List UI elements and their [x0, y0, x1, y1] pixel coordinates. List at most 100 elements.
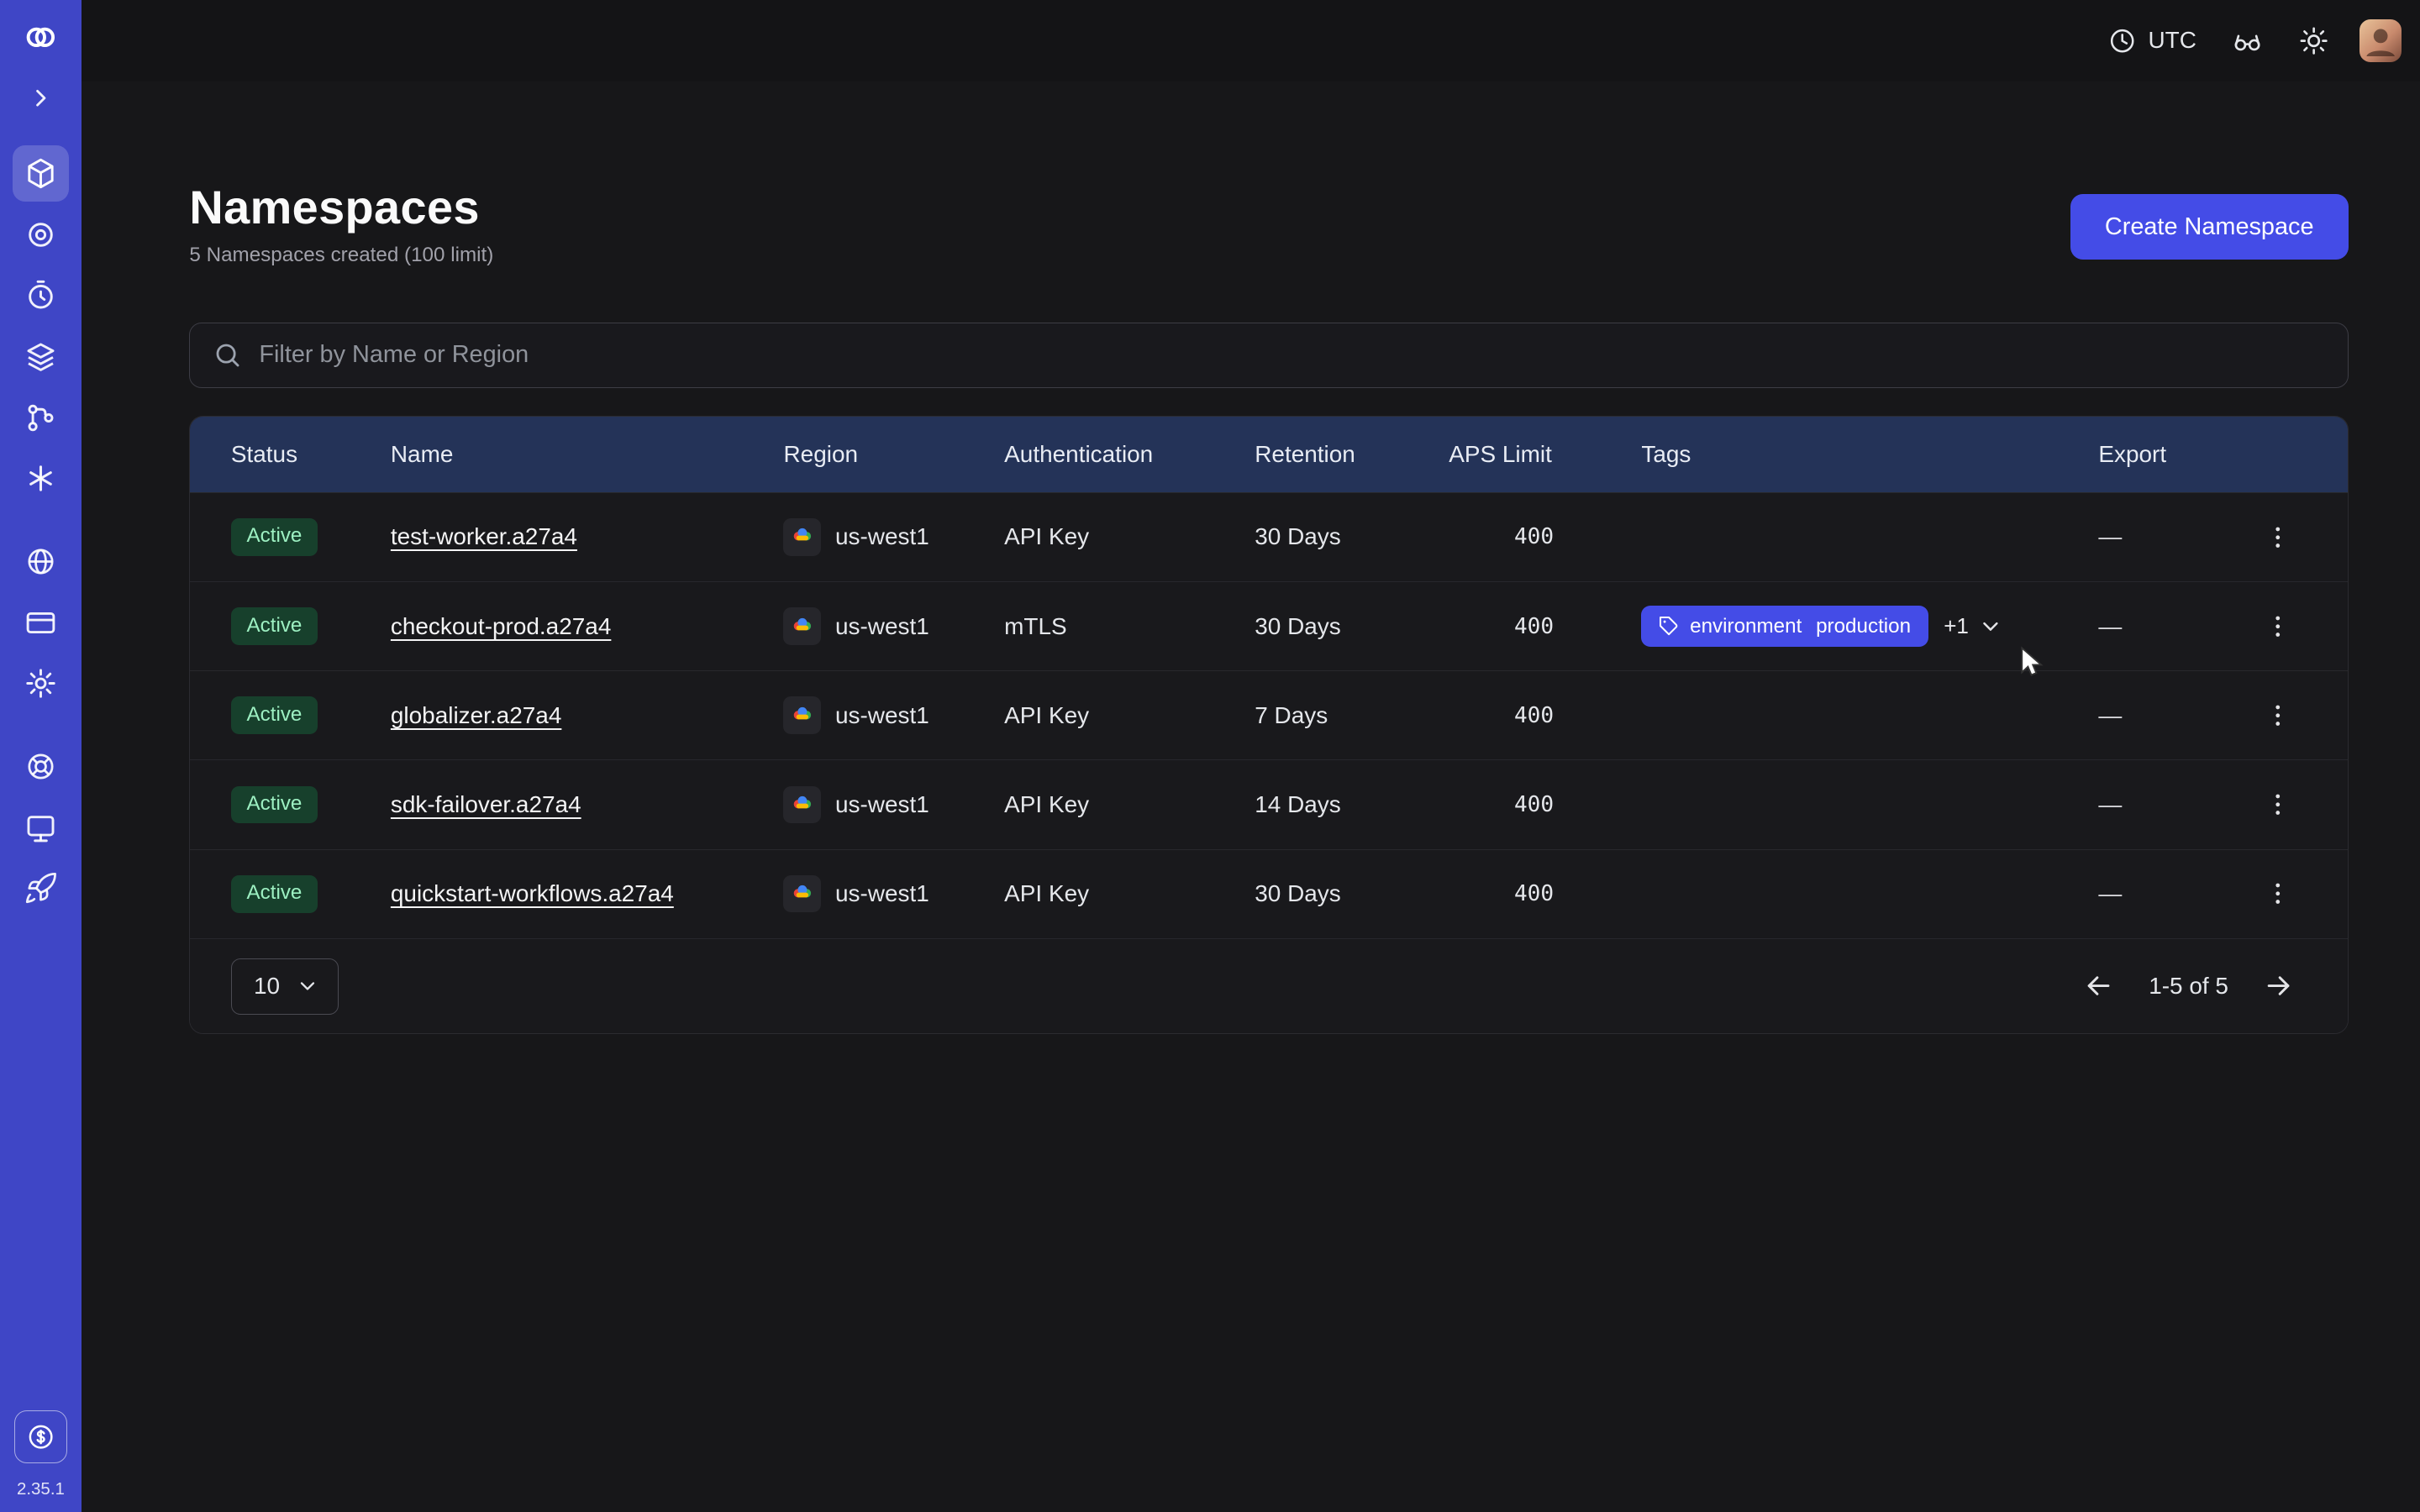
namespace-link[interactable]: quickstart-workflows.a27a4	[391, 880, 674, 906]
more-tags-label: +1	[1944, 613, 1969, 639]
page-title: Namespaces	[189, 180, 493, 234]
rocket-icon	[24, 871, 58, 906]
row-menu-button[interactable]	[2253, 869, 2303, 919]
region-label: us-west1	[835, 880, 929, 907]
timer-icon	[24, 278, 58, 312]
region-label: us-west1	[835, 613, 929, 640]
sidebar-item-settings[interactable]	[13, 655, 69, 711]
table-row: Active quickstart-workflows.a27a4 us-wes…	[190, 849, 2347, 938]
page-content: Namespaces 5 Namespaces created (100 lim…	[82, 81, 2420, 1035]
monitor-icon	[24, 811, 58, 845]
table-row: Active sdk-failover.a27a4 us-west1 API K…	[190, 759, 2347, 848]
timezone-button[interactable]: UTC	[2093, 17, 2210, 66]
sidebar-item-namespaces[interactable]	[13, 145, 69, 202]
status-badge: Active	[231, 786, 318, 824]
namespace-link[interactable]: globalizer.a27a4	[391, 702, 562, 728]
prev-page-button[interactable]	[2077, 964, 2121, 1008]
region-cell: us-west1	[743, 786, 964, 824]
row-menu-button[interactable]	[2253, 690, 2303, 741]
sidebar-item-schedules[interactable]	[13, 267, 69, 323]
temporal-logo	[18, 16, 62, 60]
kebab-menu-icon	[2264, 790, 2292, 819]
namespaces-table: Status Name Region Authentication Retent…	[189, 416, 2348, 1034]
branch-icon	[24, 401, 58, 435]
sidebar-item-deployments[interactable]	[13, 390, 69, 446]
status-badge: Active	[231, 875, 318, 913]
chevron-right-icon	[27, 84, 55, 113]
sidebar-item-regions[interactable]	[13, 533, 69, 590]
page-subtitle: 5 Namespaces created (100 limit)	[189, 244, 493, 267]
sidebar-item-learn[interactable]	[13, 800, 69, 856]
export-cell: —	[2058, 613, 2208, 640]
auth-cell: mTLS	[964, 613, 1214, 640]
sidebar-item-target[interactable]	[13, 207, 69, 263]
accessibility-button[interactable]	[2217, 15, 2278, 66]
export-cell: —	[2058, 791, 2208, 818]
topbar: UTC	[82, 0, 2420, 81]
auth-cell: API Key	[964, 702, 1214, 729]
region-label: us-west1	[835, 702, 929, 729]
page-size-value: 10	[254, 973, 280, 1000]
tag-icon	[1659, 616, 1679, 636]
credit-card-icon	[24, 606, 58, 640]
main-area: UTC Namespaces 5 Namespaces created (100…	[82, 0, 2420, 1512]
namespace-link[interactable]: sdk-failover.a27a4	[391, 791, 581, 817]
sidebar-item-getting-started[interactable]	[13, 860, 69, 916]
row-menu-button[interactable]	[2253, 601, 2303, 652]
chevron-down-icon	[1978, 614, 2003, 639]
page-size-select[interactable]: 10	[231, 958, 339, 1015]
aps-limit-cell: 400	[1408, 881, 1601, 906]
retention-cell: 30 Days	[1214, 880, 1408, 907]
col-authentication: Authentication	[964, 441, 1214, 468]
retention-cell: 14 Days	[1214, 791, 1408, 818]
pager: 1-5 of 5	[2077, 964, 2301, 1008]
region-label: us-west1	[835, 523, 929, 550]
aps-limit-cell: 400	[1408, 524, 1601, 549]
glasses-icon	[2231, 24, 2264, 57]
app-window: 2.35.1 UTC Namespaces 5 Namespaces c	[0, 0, 2420, 1512]
retention-cell: 30 Days	[1214, 613, 1408, 640]
status-badge: Active	[231, 518, 318, 556]
theme-toggle-button[interactable]	[2284, 16, 2344, 66]
sidebar-item-billing[interactable]	[13, 595, 69, 651]
namespace-link[interactable]: test-worker.a27a4	[391, 523, 577, 549]
row-menu-button[interactable]	[2253, 780, 2303, 830]
table-header: Status Name Region Authentication Retent…	[190, 417, 2347, 491]
globe-icon	[24, 544, 58, 579]
auth-cell: API Key	[964, 791, 1214, 818]
filter-input[interactable]	[189, 323, 2348, 388]
app-version: 2.35.1	[17, 1479, 65, 1499]
sidebar-expand-button[interactable]	[13, 77, 69, 118]
kebab-menu-icon	[2264, 701, 2292, 730]
timezone-label: UTC	[2148, 27, 2196, 54]
namespace-link[interactable]: checkout-prod.a27a4	[391, 613, 612, 639]
table-row: Active checkout-prod.a27a4 us-west1 mTLS…	[190, 581, 2347, 670]
sidebar-item-stack[interactable]	[13, 328, 69, 385]
dollar-usage-icon	[25, 1421, 56, 1452]
aps-limit-cell: 400	[1408, 614, 1601, 639]
lifebuoy-icon	[24, 749, 58, 784]
col-tags: Tags	[1601, 441, 2058, 468]
table-row: Active test-worker.a27a4 us-west1 API Ke…	[190, 492, 2347, 581]
create-namespace-button[interactable]: Create Namespace	[2070, 194, 2349, 260]
status-badge: Active	[231, 607, 318, 645]
clock-icon	[2107, 26, 2137, 55]
arrow-left-icon	[2082, 969, 2115, 1002]
sidebar-item-nexus[interactable]	[13, 450, 69, 507]
tag-pill[interactable]: environment production	[1641, 606, 1928, 646]
auth-cell: API Key	[964, 523, 1214, 550]
sidebar-item-support[interactable]	[13, 738, 69, 795]
row-menu-button[interactable]	[2253, 512, 2303, 563]
user-avatar[interactable]	[2360, 19, 2402, 61]
expand-tags-button[interactable]	[1974, 609, 2008, 643]
next-page-button[interactable]	[2256, 964, 2300, 1008]
asterisk-icon	[24, 461, 58, 496]
tag-key: environment	[1690, 615, 1802, 638]
page-header: Namespaces 5 Namespaces created (100 lim…	[189, 180, 2348, 267]
col-aps-limit: APS Limit	[1408, 441, 1601, 468]
filter-bar	[189, 323, 2348, 388]
tags-cell: environment production +1	[1601, 606, 2058, 646]
usage-button[interactable]	[14, 1410, 67, 1463]
region-cell: us-west1	[743, 696, 964, 734]
table-row: Active globalizer.a27a4 us-west1 API Key…	[190, 670, 2347, 759]
